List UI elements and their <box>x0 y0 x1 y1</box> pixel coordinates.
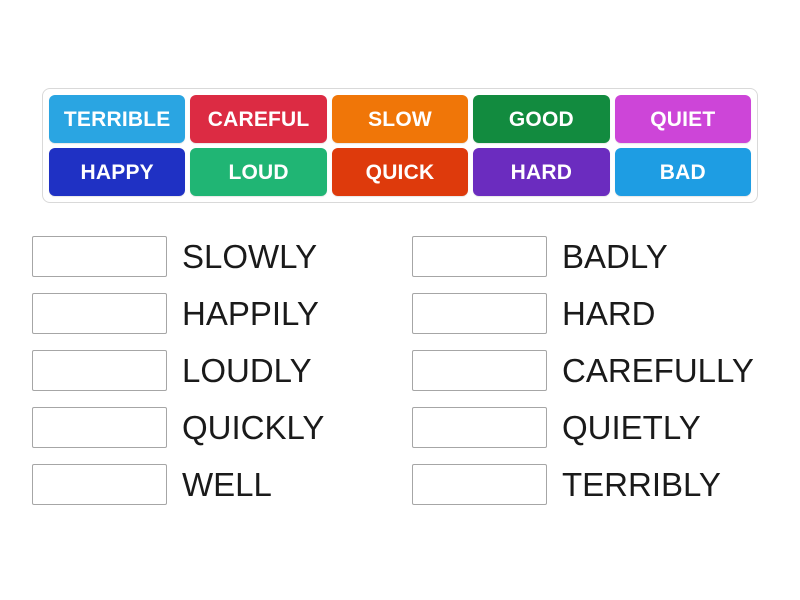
draggable-tile-quick[interactable]: QUICK <box>331 148 469 196</box>
dropzone-hard[interactable] <box>412 293 547 334</box>
answer-row: BADLY <box>412 228 772 285</box>
dropzone-slowly[interactable] <box>32 236 167 277</box>
answer-label-carefully: CAREFULLY <box>562 352 754 389</box>
answer-column-right: BADLY HARD CAREFULLY QUIETLY TERRIBLY <box>412 228 772 513</box>
dropzone-quickly[interactable] <box>32 407 167 448</box>
answer-row: SLOWLY <box>32 228 412 285</box>
draggable-tile-quiet[interactable]: QUIET <box>614 95 751 143</box>
answer-row: QUIETLY <box>412 399 772 456</box>
draggable-tile-slow[interactable]: SLOW <box>331 95 469 143</box>
answer-row: QUICKLY <box>32 399 412 456</box>
answer-label-slowly: SLOWLY <box>182 238 318 275</box>
draggable-tile-hard[interactable]: HARD <box>473 148 610 196</box>
answer-row: CAREFULLY <box>412 342 772 399</box>
dropzone-terribly[interactable] <box>412 464 547 505</box>
answer-row: HAPPILY <box>32 285 412 342</box>
answer-label-loudly: LOUDLY <box>182 352 312 389</box>
answer-row: TERRIBLY <box>412 456 772 513</box>
dropzone-happily[interactable] <box>32 293 167 334</box>
answer-label-terribly: TERRIBLY <box>562 466 721 503</box>
answer-row: WELL <box>32 456 412 513</box>
dropzone-loudly[interactable] <box>32 350 167 391</box>
answer-label-hard: HARD <box>562 295 656 332</box>
tile-tray: TERRIBLE CAREFUL SLOW GOOD QUIET HAPPY L… <box>42 88 758 203</box>
answer-label-happily: HAPPILY <box>182 295 319 332</box>
draggable-tile-terrible[interactable]: TERRIBLE <box>49 95 186 143</box>
answer-label-quietly: QUIETLY <box>562 409 701 446</box>
answer-label-quickly: QUICKLY <box>182 409 325 446</box>
answer-area: SLOWLY HAPPILY LOUDLY QUICKLY WELL BADLY… <box>32 228 772 513</box>
draggable-tile-good[interactable]: GOOD <box>473 95 610 143</box>
answer-label-well: WELL <box>182 466 272 503</box>
dropzone-carefully[interactable] <box>412 350 547 391</box>
match-up-activity: TERRIBLE CAREFUL SLOW GOOD QUIET HAPPY L… <box>0 0 800 600</box>
tile-grid: TERRIBLE CAREFUL SLOW GOOD QUIET HAPPY L… <box>49 95 751 196</box>
answer-row: LOUDLY <box>32 342 412 399</box>
answer-column-left: SLOWLY HAPPILY LOUDLY QUICKLY WELL <box>32 228 412 513</box>
answer-label-badly: BADLY <box>562 238 668 275</box>
dropzone-well[interactable] <box>32 464 167 505</box>
draggable-tile-careful[interactable]: CAREFUL <box>190 95 327 143</box>
draggable-tile-bad[interactable]: BAD <box>614 148 751 196</box>
dropzone-badly[interactable] <box>412 236 547 277</box>
draggable-tile-loud[interactable]: LOUD <box>190 148 327 196</box>
answer-row: HARD <box>412 285 772 342</box>
dropzone-quietly[interactable] <box>412 407 547 448</box>
draggable-tile-happy[interactable]: HAPPY <box>49 148 186 196</box>
